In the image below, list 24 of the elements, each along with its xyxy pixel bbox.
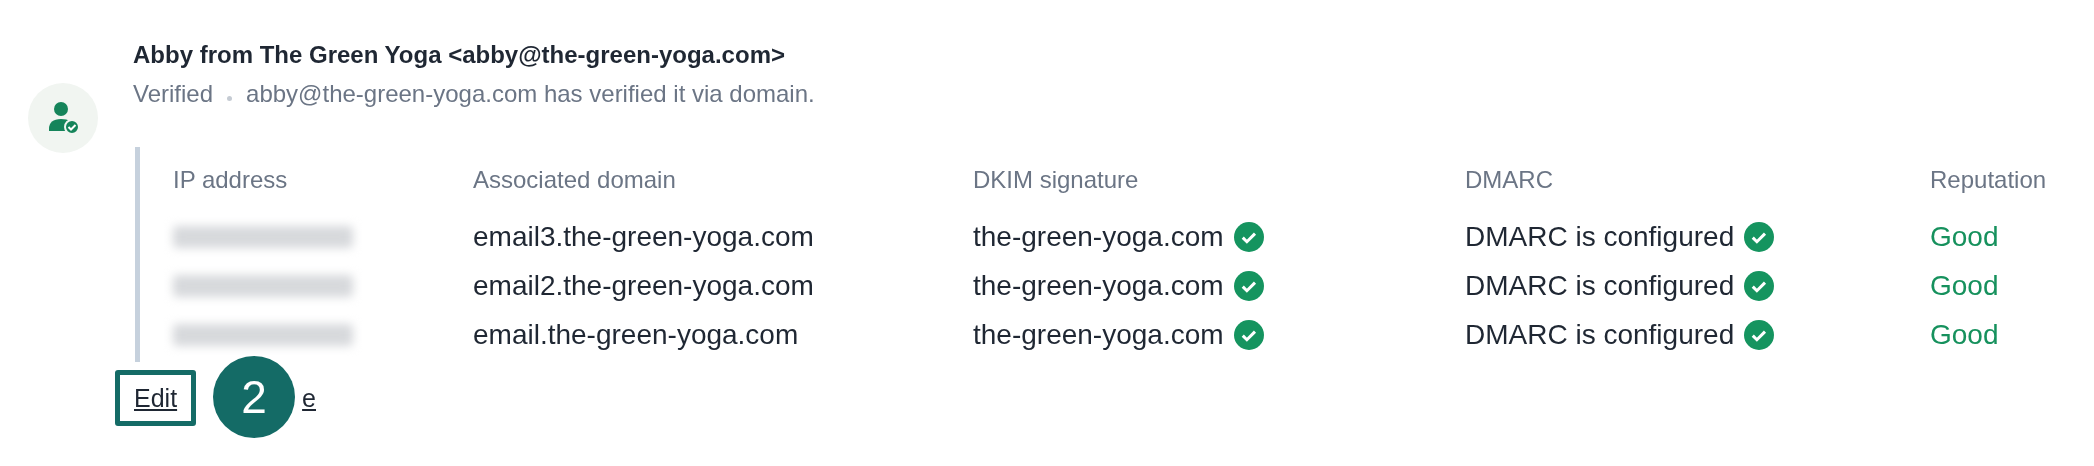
dkim-cell: the-green-yoga.com [973, 318, 1224, 352]
status-label: Verified [133, 79, 214, 109]
action-link[interactable]: Edit [115, 370, 197, 426]
column-header: DMARC [1465, 165, 1554, 195]
column-header: Associated domain [473, 165, 677, 195]
column-header: DKIM signature [973, 165, 1140, 195]
column-header: IP address [173, 165, 289, 195]
domain-cell: email3.the-green-yoga.com [473, 220, 814, 254]
dkim-cell: the-green-yoga.com [973, 220, 1224, 254]
reputation-cell: Good [1930, 318, 1999, 352]
sender-title: Abby from The Green Yoga <abby@the-green-yoga.com> [133, 40, 786, 70]
domain-cell: email.the-green-yoga.com [473, 318, 799, 352]
reputation-cell: Good [1930, 220, 1999, 254]
verified-user-icon [28, 83, 98, 153]
dmarc-cell: DMARC is configured [1465, 318, 1735, 352]
dmarc-cell: DMARC is configured [1465, 220, 1735, 254]
verification-detail: abby@the-green-yoga.com has verified it via domain. [246, 79, 815, 109]
step-badge: 2 [213, 356, 295, 438]
action-link[interactable]: e [302, 383, 316, 413]
domain-cell: email2.the-green-yoga.com [473, 269, 814, 303]
dmarc-cell: DMARC is configured [1465, 269, 1735, 303]
dkim-cell: the-green-yoga.com [973, 269, 1224, 303]
reputation-cell: Good [1930, 269, 1999, 303]
column-header: Reputation [1930, 165, 2048, 195]
